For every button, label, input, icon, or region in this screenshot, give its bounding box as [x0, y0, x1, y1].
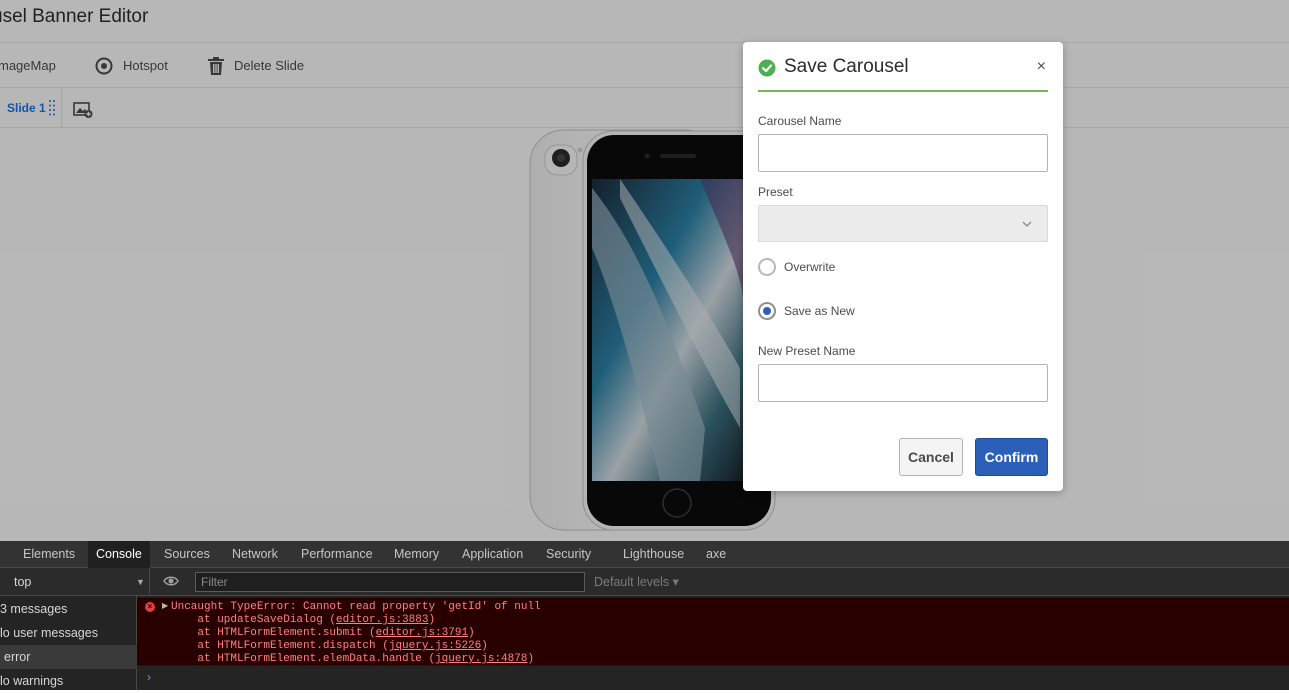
close-icon[interactable]: × — [1037, 58, 1046, 76]
modal-overlay[interactable] — [0, 0, 1289, 541]
confirm-button[interactable]: Confirm — [975, 438, 1048, 476]
preset-label: Preset — [758, 185, 793, 199]
tab-console[interactable]: Console — [88, 541, 150, 568]
save-carousel-dialog: Save Carousel × Carousel Name Preset Ove… — [743, 42, 1063, 491]
cancel-button[interactable]: Cancel — [899, 438, 963, 476]
source-link[interactable]: editor.js:3791 — [376, 627, 468, 639]
preset-select[interactable] — [758, 205, 1048, 242]
tab-application[interactable]: Application — [462, 541, 523, 568]
stack-frame: at HTMLFormElement.submit (editor.js:379… — [171, 627, 475, 639]
stack-frame: at HTMLFormElement.elemData.handle (jque… — [171, 653, 535, 665]
carousel-name-input[interactable] — [758, 134, 1048, 172]
context-selector[interactable]: top ▼ — [0, 568, 150, 596]
dialog-header: Save Carousel × — [758, 54, 1048, 92]
source-link[interactable]: jquery.js:5226 — [389, 640, 481, 652]
source-link[interactable]: jquery.js:4878 — [435, 653, 527, 665]
error-icon: × — [145, 602, 155, 612]
new-preset-name-input[interactable] — [758, 364, 1048, 402]
tab-security[interactable]: Security — [546, 541, 591, 568]
save-as-new-option[interactable]: Save as New — [758, 302, 855, 320]
stack-frame: at updateSaveDialog (editor.js:3883) — [171, 614, 436, 626]
caret-down-icon: ▼ — [136, 577, 145, 587]
dialog-title: Save Carousel — [784, 56, 909, 77]
save-as-new-radio[interactable] — [758, 302, 776, 320]
sidebar-item-label: lo warnings — [0, 674, 64, 688]
tab-performance[interactable]: Performance — [301, 541, 373, 568]
tab-memory[interactable]: Memory — [394, 541, 439, 568]
context-value: top — [14, 575, 32, 589]
tab-elements[interactable]: Elements — [23, 541, 75, 568]
chevron-down-icon — [1022, 221, 1032, 227]
tab-lighthouse[interactable]: Lighthouse — [623, 541, 684, 568]
console-sidebar: 3 messages lo user messages error lo war… — [0, 596, 137, 690]
overwrite-label: Overwrite — [784, 260, 836, 274]
sidebar-item-warnings[interactable]: lo warnings — [0, 669, 137, 693]
console-prompt[interactable]: › — [147, 670, 151, 684]
check-circle-icon — [758, 59, 776, 77]
devtools-tabbar: Elements Console Sources Network Perform… — [0, 541, 1289, 568]
tab-axe[interactable]: axe — [706, 541, 726, 568]
sidebar-item-user-messages[interactable]: lo user messages — [0, 621, 137, 645]
stack-frame: at HTMLFormElement.dispatch (jquery.js:5… — [171, 640, 488, 652]
console-filter-input[interactable] — [195, 572, 585, 592]
new-preset-name-label: New Preset Name — [758, 344, 856, 358]
sidebar-item-errors[interactable]: error — [0, 645, 137, 669]
sidebar-item-label: 3 messages — [0, 602, 68, 616]
sidebar-item-label: lo user messages — [0, 626, 98, 640]
eye-icon[interactable] — [163, 575, 179, 587]
sidebar-item-label: error — [4, 650, 31, 664]
tab-network[interactable]: Network — [232, 541, 278, 568]
error-message[interactable]: × ▶ Uncaught TypeError: Cannot read prop… — [137, 597, 1289, 666]
tab-sources[interactable]: Sources — [164, 541, 210, 568]
log-levels-dropdown[interactable]: Default levels ▾ — [594, 568, 679, 596]
devtools-panel: Elements Console Sources Network Perform… — [0, 541, 1289, 690]
sidebar-item-messages[interactable]: 3 messages — [0, 597, 137, 621]
save-as-new-label: Save as New — [784, 304, 855, 318]
source-link[interactable]: editor.js:3883 — [336, 614, 428, 626]
console-output: × ▶ Uncaught TypeError: Cannot read prop… — [137, 596, 1289, 690]
console-filterbar: top ▼ Default levels ▾ — [0, 568, 1289, 596]
expand-triangle-icon[interactable]: ▶ — [162, 601, 168, 610]
carousel-banner-editor: usel Banner Editor mageMap Hotspot Delet… — [0, 0, 1289, 541]
carousel-name-label: Carousel Name — [758, 114, 842, 128]
error-text: Uncaught TypeError: Cannot read property… — [171, 601, 541, 613]
overwrite-radio[interactable] — [758, 258, 776, 276]
overwrite-option[interactable]: Overwrite — [758, 258, 835, 276]
